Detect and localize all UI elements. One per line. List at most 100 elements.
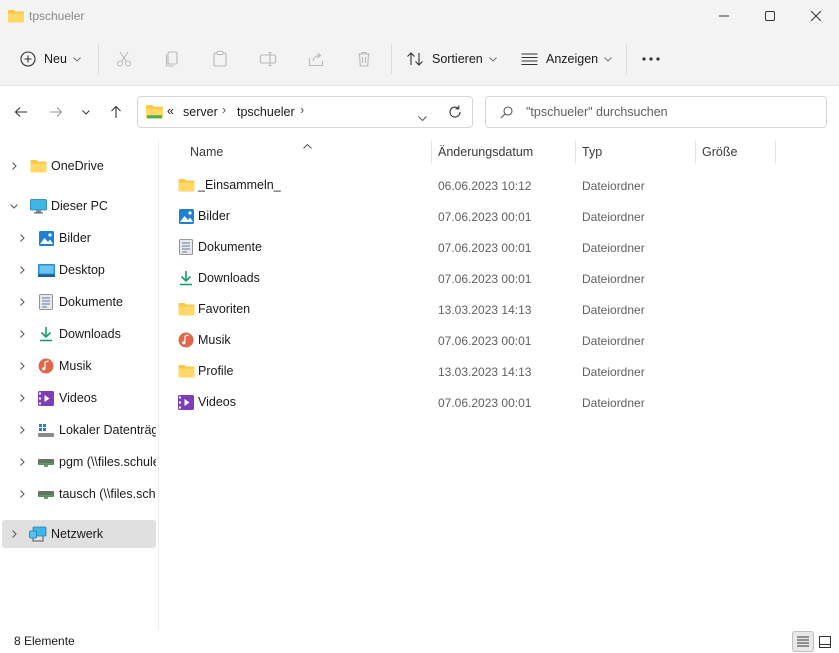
table-row[interactable]: Profile 13.03.2023 14:13 Dateiordner [173,357,813,385]
sidebar-item-this-pc[interactable]: Dieser PC [2,192,156,220]
chevron-right-icon[interactable] [17,297,27,307]
downloads-icon [37,325,55,343]
file-type: Dateiordner [582,241,645,255]
column-header-type[interactable]: Typ [582,145,602,159]
paste-button[interactable] [207,46,233,72]
view-button[interactable]: Anzeigen [521,44,612,74]
column-divider[interactable] [695,140,696,164]
new-button[interactable]: Neu [20,44,81,74]
column-divider[interactable] [431,140,432,164]
network-drive-icon [37,453,55,471]
sidebar-item-onedrive[interactable]: OneDrive [2,152,156,180]
breadcrumb-tpschueler[interactable]: tpschueler [237,105,295,119]
table-row[interactable]: Dokumente 07.06.2023 00:01 Dateiordner [173,233,813,261]
breadcrumb-server[interactable]: server [183,105,218,119]
sort-ascending-icon [303,138,312,152]
drive-icon [37,421,55,439]
sidebar-item-label: Musik [59,359,92,373]
maximize-button[interactable] [747,0,793,32]
command-bar: Neu Sortieren Anzeigen [0,32,839,86]
chevron-right-icon[interactable] [17,265,27,275]
chevron-down-icon [418,116,427,122]
table-row[interactable]: Downloads 07.06.2023 00:01 Dateiordner [173,264,813,292]
up-button[interactable] [104,100,128,124]
documents-icon [177,238,195,256]
folder-icon [8,9,24,26]
minimize-button[interactable] [701,0,747,32]
file-date: 07.06.2023 00:01 [438,210,532,224]
details-view-button[interactable] [792,631,814,652]
folder-icon [177,300,195,318]
item-count: 8 Elemente [14,634,75,648]
chevron-right-icon[interactable] [17,393,27,403]
search-box[interactable]: "tpschueler" durchsuchen [485,96,827,128]
sidebar-item-label: tausch (\\files.schu [59,487,156,501]
address-dropdown-button[interactable] [418,110,427,124]
column-header-size[interactable]: Größe [702,145,737,159]
cut-button[interactable] [111,46,137,72]
search-icon [500,106,513,122]
sidebar-item-local-disk[interactable]: Lokaler Datenträger [2,416,156,444]
share-button[interactable] [303,46,329,72]
refresh-button[interactable] [448,105,462,122]
network-drive-icon [37,485,55,503]
column-header-name[interactable]: Name [190,145,223,159]
chevron-right-icon[interactable] [9,529,19,539]
delete-button[interactable] [351,46,377,72]
table-row[interactable]: Videos 07.06.2023 00:01 Dateiordner [173,388,813,416]
sidebar-item-pgm-drive[interactable]: pgm (\\files.schule [2,448,156,476]
music-icon [37,357,55,375]
rename-button[interactable] [255,46,281,72]
share-icon [308,52,324,67]
sidebar-item-documents[interactable]: Dokumente [2,288,156,316]
chevron-down-icon [82,109,90,115]
table-row[interactable]: Musik 07.06.2023 00:01 Dateiordner [173,326,813,354]
breadcrumb-overflow[interactable]: « [167,104,174,118]
chevron-right-icon[interactable] [17,489,27,499]
copy-button[interactable] [159,46,185,72]
sidebar-item-downloads[interactable]: Downloads [2,320,156,348]
tiles-view-button[interactable] [814,631,836,652]
file-date: 07.06.2023 00:01 [438,241,532,255]
search-input[interactable]: "tpschueler" durchsuchen [526,105,668,119]
chevron-right-icon[interactable] [17,233,27,243]
sidebar-item-music[interactable]: Musik [2,352,156,380]
chevron-right-icon[interactable] [17,329,27,339]
videos-icon [177,393,195,411]
column-divider[interactable] [775,140,776,164]
chevron-right-icon[interactable] [9,161,19,171]
sidebar-item-videos[interactable]: Videos [2,384,156,412]
recent-locations-button[interactable] [74,100,98,124]
column-header-date[interactable]: Änderungsdatum [438,145,533,159]
sidebar-item-label: Downloads [59,327,121,341]
chevron-right-icon[interactable] [17,425,27,435]
table-row[interactable]: Favoriten 13.03.2023 14:13 Dateiordner [173,295,813,323]
column-divider[interactable] [575,140,576,164]
sidebar-item-tausch-drive[interactable]: tausch (\\files.schu [2,480,156,508]
address-bar[interactable]: « server › tpschueler › [137,96,473,128]
sidebar-item-network[interactable]: Netzwerk [2,520,156,548]
back-button[interactable] [9,100,33,124]
sort-button[interactable]: Sortieren [406,44,497,74]
file-type: Dateiordner [582,303,645,317]
file-type: Dateiordner [582,365,645,379]
details-view-icon [797,636,809,647]
chevron-right-icon[interactable] [17,361,27,371]
close-button[interactable] [793,0,839,32]
sidebar-item-label: Dieser PC [51,199,108,213]
file-name: _Einsammeln_ [198,178,281,192]
sort-arrows-icon [407,52,423,66]
table-row[interactable]: Bilder 07.06.2023 00:01 Dateiordner [173,202,813,230]
chevron-down-icon[interactable] [9,201,19,211]
table-row[interactable]: _Einsammeln_ 06.06.2023 10:12 Dateiordne… [173,171,813,199]
chevron-right-icon[interactable] [17,457,27,467]
pictures-icon [37,229,55,247]
sidebar-item-pictures[interactable]: Bilder [2,224,156,252]
breadcrumb-separator: › [300,103,305,117]
file-type: Dateiordner [582,210,645,224]
toolbar-divider [98,44,99,74]
sidebar-item-desktop[interactable]: Desktop [2,256,156,284]
forward-button[interactable] [44,100,68,124]
more-options-button[interactable] [638,46,664,72]
sidebar-item-label: OneDrive [51,159,104,173]
